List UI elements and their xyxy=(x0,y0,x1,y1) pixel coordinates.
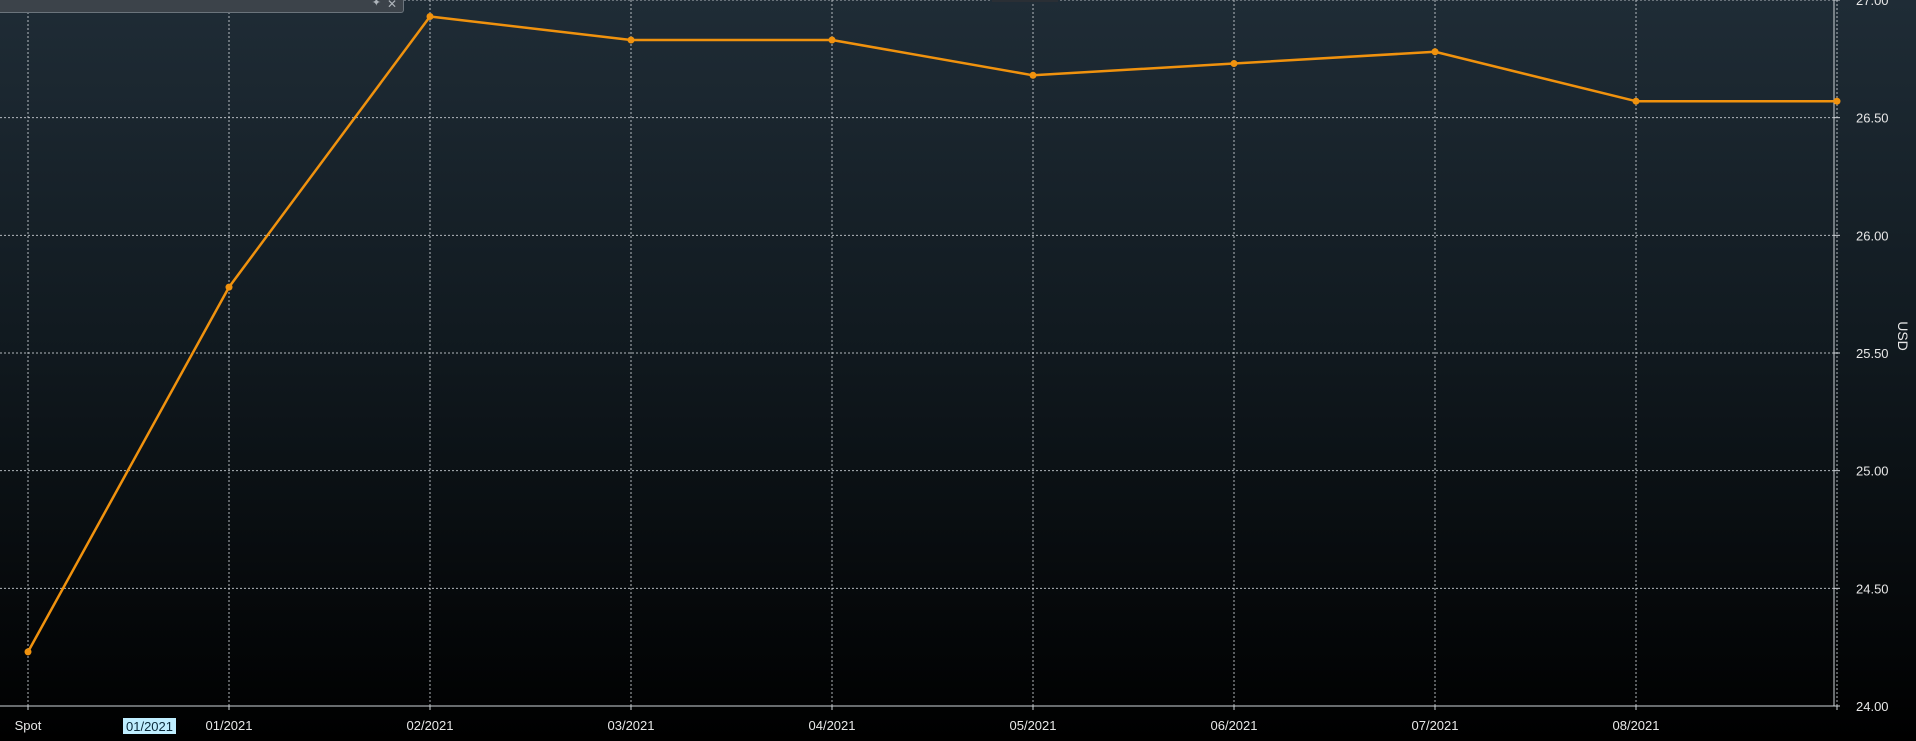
x-tick-label: Spot xyxy=(15,718,42,733)
data-point[interactable] xyxy=(1632,97,1640,105)
data-point[interactable] xyxy=(1230,60,1238,68)
chart-svg: Spot 01/2021 02/2021 03/2021 04/2021 05/2021 0… xyxy=(0,0,1916,741)
x-tick-label: 08/2021 xyxy=(1613,718,1660,733)
cursor-badge: 01/2021 xyxy=(123,718,176,734)
y-tick-label: 24.00 xyxy=(1856,699,1889,714)
data-point[interactable] xyxy=(225,283,233,291)
data-point[interactable] xyxy=(1431,48,1439,56)
x-tick-label: 02/2021 xyxy=(407,718,454,733)
y-tick-label: 25.50 xyxy=(1856,346,1889,361)
pin-icon[interactable]: ✦ xyxy=(372,0,381,9)
y-tick-label: 26.00 xyxy=(1856,228,1889,243)
data-point[interactable] xyxy=(426,12,434,20)
data-point[interactable] xyxy=(1833,97,1841,105)
chart: Spot 01/2021 02/2021 03/2021 04/2021 05/2021 0… xyxy=(0,0,1916,741)
data-point[interactable] xyxy=(627,36,635,44)
x-tick-label: 04/2021 xyxy=(809,718,856,733)
data-point[interactable] xyxy=(828,36,836,44)
y-tick-label: 26.50 xyxy=(1856,111,1889,126)
x-tick-label: 07/2021 xyxy=(1412,718,1459,733)
top-tab xyxy=(992,0,1058,2)
x-tick-label: 06/2021 xyxy=(1211,718,1258,733)
legend-panel[interactable]: ✦ ✕ xyxy=(0,0,404,13)
x-tick-label: 01/2021 xyxy=(206,718,253,733)
y-axis-title: USD xyxy=(1895,321,1911,351)
x-tick-label: 03/2021 xyxy=(608,718,655,733)
data-point[interactable] xyxy=(1029,71,1037,79)
y-tick-label: 24.50 xyxy=(1856,581,1889,596)
plot-background xyxy=(0,0,1916,741)
cursor-badge-label: 01/2021 xyxy=(126,719,173,734)
y-tick-label: 25.00 xyxy=(1856,464,1889,479)
y-tick-label: 27.00 xyxy=(1856,0,1889,8)
x-tick-label: 05/2021 xyxy=(1010,718,1057,733)
close-icon[interactable]: ✕ xyxy=(387,0,397,10)
data-point[interactable] xyxy=(24,648,32,656)
